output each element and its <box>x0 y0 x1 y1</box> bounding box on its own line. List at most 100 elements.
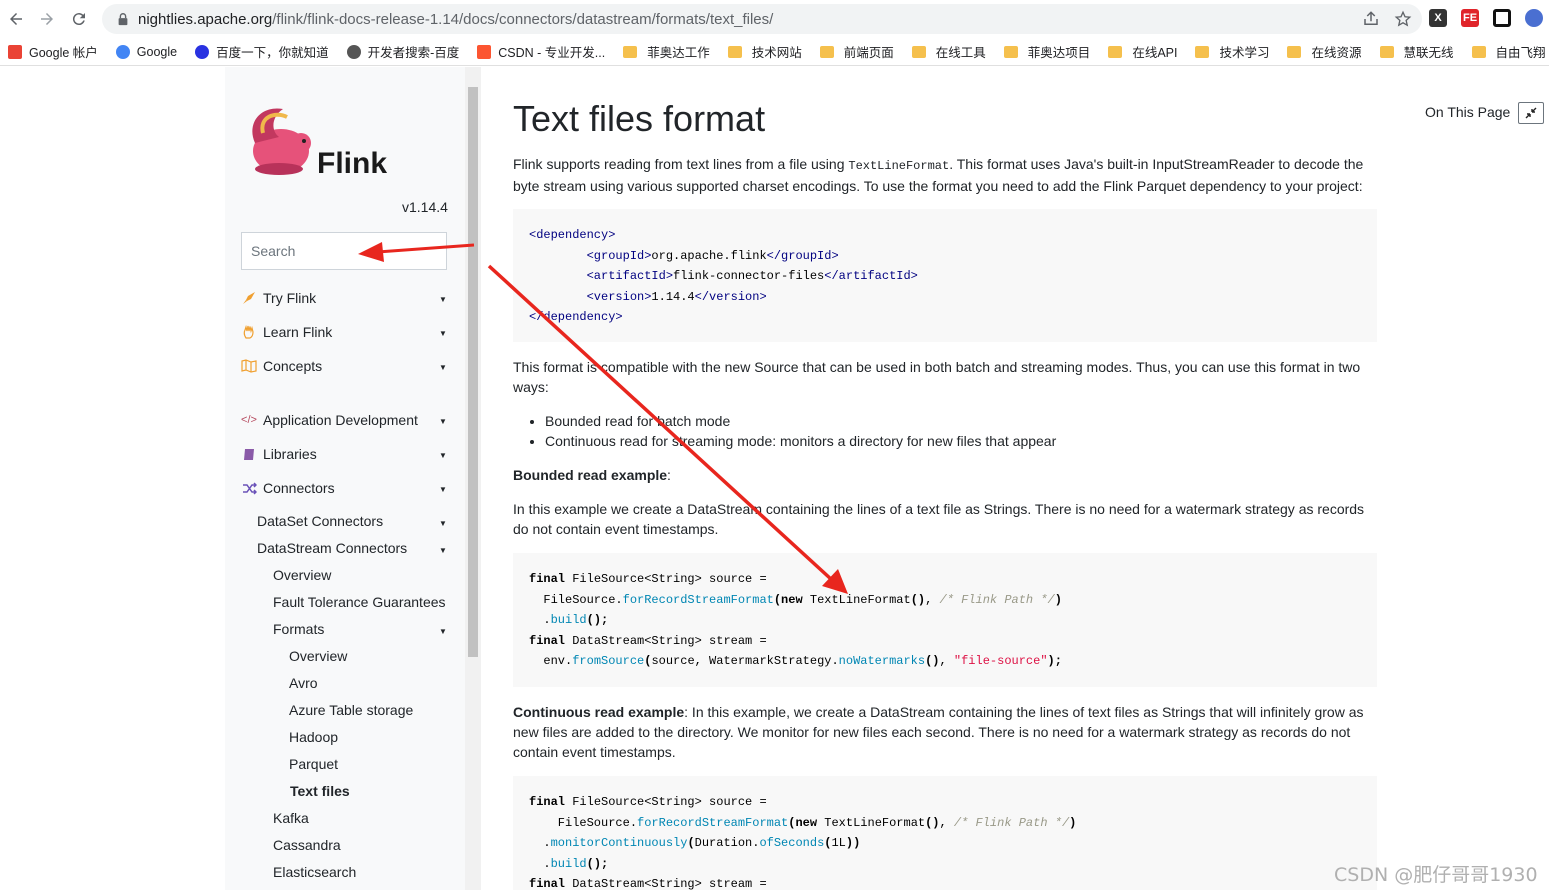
share-icon[interactable] <box>1362 10 1380 28</box>
sidebar-item-label: Connectors <box>263 480 335 496</box>
bookmark-label: 菲奥达工作 <box>647 46 710 60</box>
sidebar-scrollbar[interactable] <box>465 67 481 890</box>
hand-icon <box>241 324 257 340</box>
toc-toggle-button[interactable] <box>1518 102 1544 124</box>
xml-tag: </groupId> <box>766 248 839 263</box>
sidebar-item-label: Learn Flink <box>263 324 333 340</box>
sidebar-item-connectors[interactable]: Connectors <box>241 478 335 498</box>
xml-value: org.apache.flink <box>651 248 767 263</box>
sidebar-item-kafka[interactable]: Kafka <box>273 810 309 830</box>
colon: : <box>667 467 671 483</box>
bookmark-dev-search[interactable]: 开发者搜索-百度 <box>346 42 459 61</box>
sidebar-item-application-development[interactable]: </> Application Development <box>241 410 418 430</box>
flink-logo-text: Flink <box>317 147 388 180</box>
back-button[interactable] <box>0 3 32 35</box>
list-item: Bounded read for batch mode <box>545 411 1056 431</box>
sidebar-item-formats-overview[interactable]: Overview <box>289 648 347 668</box>
profile-avatar[interactable] <box>1525 9 1543 27</box>
bookmark-label: 在线工具 <box>935 46 986 60</box>
sidebar-item-elasticsearch[interactable]: Elasticsearch <box>273 864 356 884</box>
extension-fe-icon[interactable]: FE <box>1461 9 1479 27</box>
caret-down-icon[interactable]: ▼ <box>439 329 447 338</box>
bookmark-google[interactable]: Google <box>115 44 177 59</box>
list-item: Continuous read for streaming mode: moni… <box>545 431 1056 451</box>
bookmark-label: 技术学习 <box>1219 46 1270 60</box>
extension-x-icon[interactable]: X <box>1429 9 1447 27</box>
reload-button[interactable] <box>63 3 95 35</box>
sidebar-item-libraries[interactable]: Libraries <box>241 444 317 464</box>
arrow-right-icon <box>41 13 53 25</box>
xml-tag: </version> <box>694 289 767 304</box>
bookmark-label: Google 帐户 <box>29 46 98 60</box>
sidebar-item-hadoop[interactable]: Hadoop <box>289 729 338 749</box>
sidebar-item-cassandra[interactable]: Cassandra <box>273 837 341 857</box>
bounded-heading: Bounded read example: <box>513 465 1373 485</box>
sidebar-item-dataset-connectors[interactable]: DataSet Connectors <box>257 513 383 533</box>
bookmark-label: 在线资源 <box>1311 46 1362 60</box>
bookmark-folder[interactable]: 菲奥达工作 <box>623 42 710 61</box>
caret-down-icon[interactable]: ▼ <box>439 546 447 555</box>
sidebar-item-try-flink[interactable]: Try Flink <box>241 288 316 308</box>
sidebar-item-concepts[interactable]: Concepts <box>241 356 322 376</box>
bookmark-folder[interactable]: 自由飞翔 <box>1471 42 1546 61</box>
bookmark-folder[interactable]: 菲奥达项目 <box>1003 42 1090 61</box>
bookmark-folder[interactable]: 技术学习 <box>1195 42 1269 61</box>
bookmark-folder[interactable]: 在线资源 <box>1287 42 1362 61</box>
caret-down-icon[interactable]: ▼ <box>439 485 447 494</box>
map-icon <box>241 358 257 374</box>
bookmark-label: 慧联无线 <box>1403 46 1454 60</box>
folder-icon <box>819 45 834 58</box>
sidebar-item-overview[interactable]: Overview <box>273 567 331 587</box>
bookmark-google-account[interactable]: Google 帐户 <box>8 42 98 61</box>
bookmark-csdn[interactable]: CSDN - 专业开发... <box>477 42 605 61</box>
rocket-icon <box>241 290 257 306</box>
version-label: v1.14.4 <box>402 199 448 215</box>
bounded-paragraph: In this example we create a DataStream c… <box>513 501 1365 537</box>
search-input[interactable]: Search <box>241 232 447 270</box>
sidebar-item-learn-flink[interactable]: Learn Flink <box>241 322 332 342</box>
bookmark-folder[interactable]: 在线工具 <box>911 42 986 61</box>
sidebar-item-azure-table-storage[interactable]: Azure Table storage <box>289 702 413 722</box>
xml-tag: </dependency> <box>529 310 623 324</box>
bounded-heading-text: Bounded read example <box>513 467 668 483</box>
bookmark-baidu[interactable]: 百度一下，你就知道 <box>195 42 329 61</box>
caret-down-icon[interactable]: ▼ <box>439 627 447 636</box>
caret-down-icon[interactable]: ▼ <box>439 519 447 528</box>
sidebar-item-label: Concepts <box>263 358 323 374</box>
star-icon[interactable] <box>1394 10 1412 28</box>
sidebar-item-text-files[interactable]: Text files <box>290 783 350 803</box>
folder-icon <box>911 45 926 58</box>
sidebar-item-fault-tolerance[interactable]: Fault Tolerance Guarantees <box>273 594 446 614</box>
caret-down-icon[interactable]: ▼ <box>439 451 447 460</box>
csdn-icon <box>477 44 492 59</box>
bookmark-label: 在线API <box>1132 46 1178 60</box>
bookmark-folder[interactable]: 慧联无线 <box>1379 42 1454 61</box>
browser-toolbar: nightlies.apache.org/flink/flink-docs-re… <box>0 0 1549 38</box>
url-path: /flink/flink-docs-release-1.14/docs/conn… <box>272 10 774 28</box>
sidebar-item-avro[interactable]: Avro <box>289 675 318 695</box>
folder-icon <box>1003 45 1018 58</box>
continuous-paragraph: Continuous read example: In this example… <box>513 702 1373 762</box>
compat-paragraph: This format is compatible with the new S… <box>513 359 1361 395</box>
scrollbar-thumb[interactable] <box>468 87 478 657</box>
sidebar-item-label: Libraries <box>263 446 317 462</box>
book-icon <box>241 446 257 462</box>
bookmark-folder[interactable]: 在线API <box>1108 42 1177 61</box>
bounded-code-block: final FileSource<String> source = FileSo… <box>513 553 1377 687</box>
bookmark-folder[interactable]: 技术网站 <box>727 42 802 61</box>
sidebar-item-parquet[interactable]: Parquet <box>289 756 338 776</box>
forward-button[interactable] <box>31 3 63 35</box>
sidebar-item-datastream-connectors[interactable]: DataStream Connectors <box>257 540 407 560</box>
bookmark-folder[interactable]: 前端页面 <box>819 42 894 61</box>
intro-paragraph: Flink supports reading from text lines f… <box>513 154 1373 196</box>
sidebar-item-formats[interactable]: Formats <box>273 621 324 641</box>
intro-text: Flink supports reading from text lines f… <box>513 156 849 172</box>
caret-down-icon[interactable]: ▼ <box>439 363 447 372</box>
page-title: Text files format <box>513 98 766 139</box>
caret-down-icon[interactable]: ▼ <box>439 295 447 304</box>
address-bar[interactable]: nightlies.apache.org/flink/flink-docs-re… <box>102 4 1422 34</box>
compress-icon <box>1525 107 1537 119</box>
extension-square-icon[interactable] <box>1493 9 1511 27</box>
bookmark-label: 百度一下，你就知道 <box>216 46 329 60</box>
caret-down-icon[interactable]: ▼ <box>439 417 447 426</box>
